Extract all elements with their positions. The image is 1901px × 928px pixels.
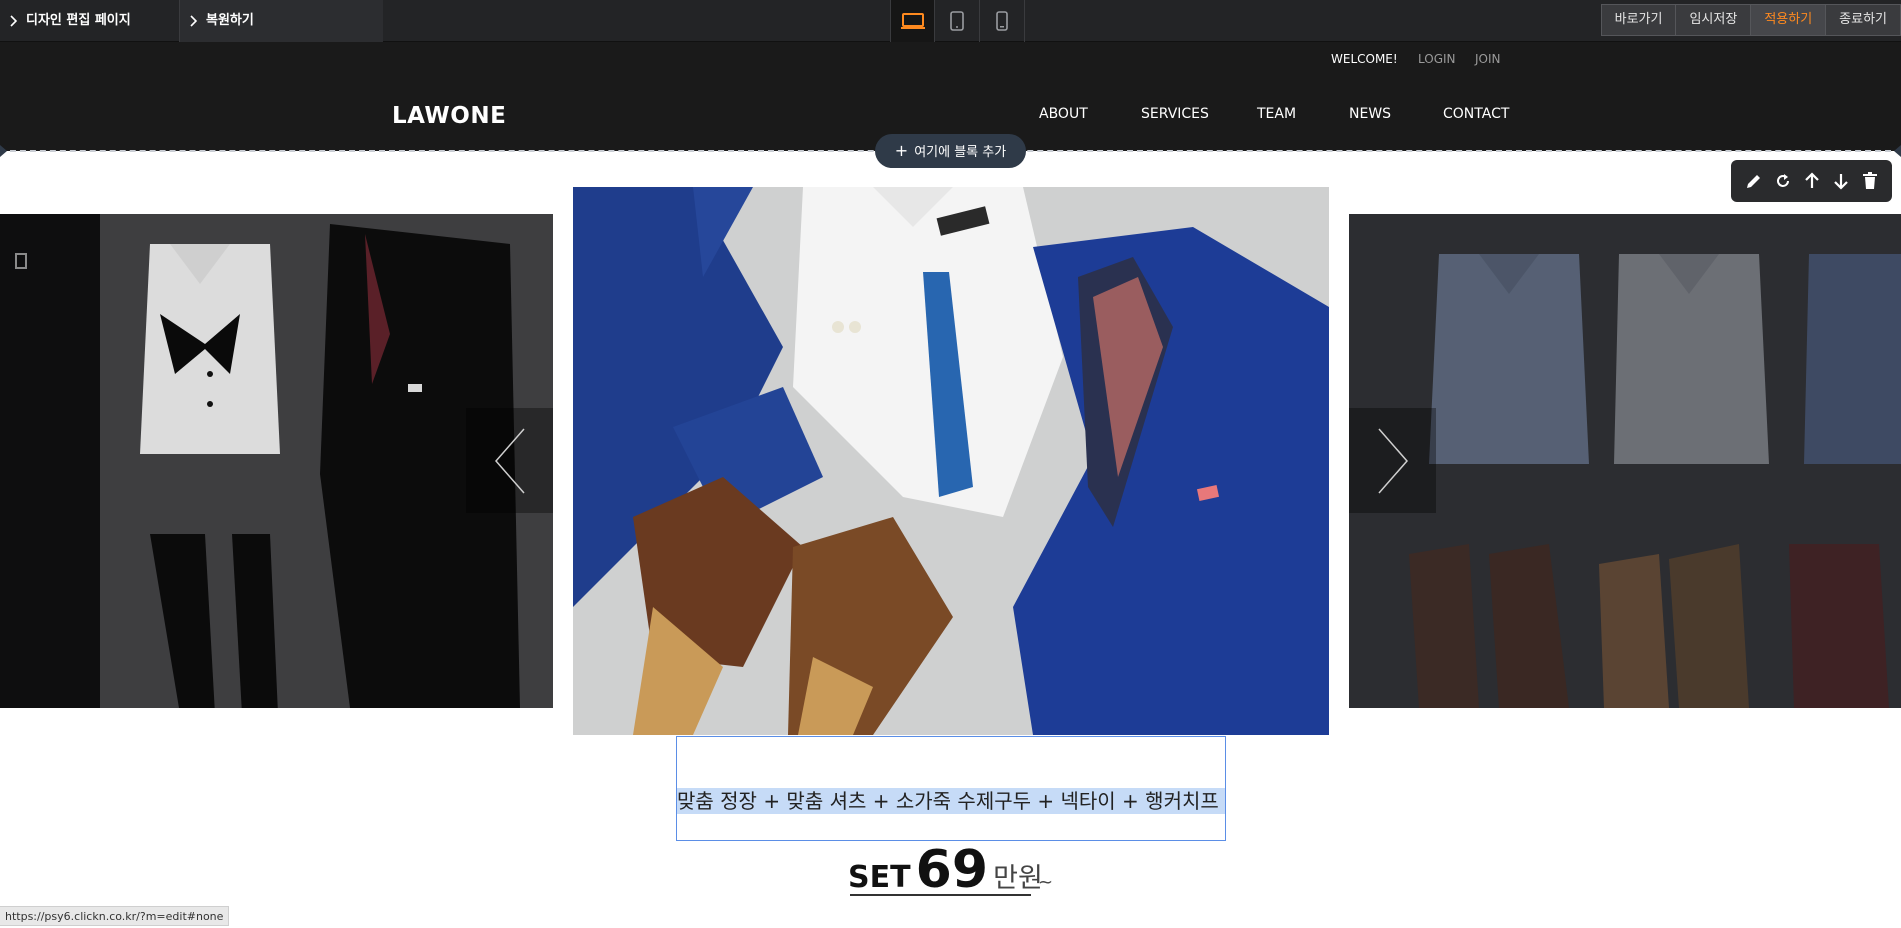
- nav-item-news[interactable]: NEWS: [1349, 106, 1391, 122]
- product-caption[interactable]: 맞춤 정장 + 맞춤 셔츠 + 소가죽 수제구두 + 넥타이 + 행커치프: [677, 788, 1225, 814]
- trash-icon[interactable]: [1860, 171, 1880, 191]
- nav-item-about[interactable]: ABOUT: [1039, 106, 1088, 122]
- add-block-label: 여기에 블록 추가: [914, 145, 1007, 160]
- add-block-button[interactable]: + 여기에 블록 추가: [875, 134, 1026, 168]
- product-price: SET 69 만원: [848, 840, 1043, 900]
- status-bar-url: https://psy6.clickn.co.kr/?m=edit#none: [0, 906, 230, 926]
- editor-action-buttons: 바로가기 임시저장 적용하기 종료하기: [1600, 4, 1901, 38]
- refresh-icon[interactable]: [1773, 171, 1793, 191]
- plus-icon: +: [894, 141, 909, 160]
- tablet-view-button[interactable]: [935, 0, 980, 42]
- nav-item-team[interactable]: TEAM: [1257, 106, 1296, 122]
- arrow-up-icon[interactable]: [1802, 171, 1822, 191]
- price-number: 69: [915, 840, 989, 900]
- arrow-down-icon[interactable]: [1831, 171, 1851, 191]
- mobile-view-button[interactable]: [980, 0, 1025, 42]
- slide-blue-suit[interactable]: [573, 187, 1329, 735]
- design-edit-label: 디자인 편집 페이지: [26, 13, 131, 28]
- temp-save-button[interactable]: 임시저장: [1675, 4, 1752, 36]
- nav-item-services[interactable]: SERVICES: [1141, 106, 1209, 122]
- exit-button[interactable]: 종료하기: [1825, 4, 1901, 36]
- slider-next-button[interactable]: [1349, 408, 1436, 513]
- chevron-right-icon: [190, 15, 197, 27]
- boundary-marker-right: [1894, 145, 1901, 157]
- boundary-marker-left: [0, 145, 7, 157]
- nav-item-contact[interactable]: CONTACT: [1443, 106, 1509, 122]
- pencil-icon[interactable]: [1744, 171, 1764, 191]
- chevron-right-icon: [10, 15, 17, 27]
- welcome-text: WELCOME!: [1331, 52, 1398, 66]
- chevron-right-icon: [1377, 428, 1408, 493]
- blue-suit-illustration: [573, 187, 1329, 735]
- block-tools: [1731, 160, 1892, 202]
- join-link[interactable]: JOIN: [1475, 52, 1501, 66]
- slider-prev-button[interactable]: [466, 408, 553, 513]
- editor-toolbar: 디자인 편집 페이지 복원하기 바로가기 임시저장 적용하기 종료하기: [0, 0, 1901, 42]
- desktop-view-button[interactable]: [890, 0, 935, 42]
- price-underline: [850, 894, 1031, 896]
- design-edit-page-menu[interactable]: 디자인 편집 페이지: [0, 0, 180, 42]
- desktop-icon: [900, 13, 925, 29]
- mobile-icon: [996, 11, 1008, 31]
- restore-label: 복원하기: [206, 13, 254, 28]
- price-prefix: SET: [848, 860, 911, 895]
- page: 디자인 편집 페이지 복원하기 바로가기 임시저장 적용하기 종료하기 WELC…: [0, 0, 1901, 928]
- restore-menu[interactable]: 복원하기: [180, 0, 383, 42]
- price-suffix: ~: [1038, 872, 1054, 893]
- apply-button[interactable]: 적용하기: [1750, 4, 1827, 36]
- price-unit: 만원: [993, 863, 1043, 894]
- tablet-icon: [950, 11, 964, 31]
- goto-button[interactable]: 바로가기: [1600, 4, 1677, 36]
- chevron-left-icon: [494, 428, 525, 493]
- login-link[interactable]: LOGIN: [1418, 52, 1456, 66]
- site-logo[interactable]: LAWONE: [392, 103, 506, 129]
